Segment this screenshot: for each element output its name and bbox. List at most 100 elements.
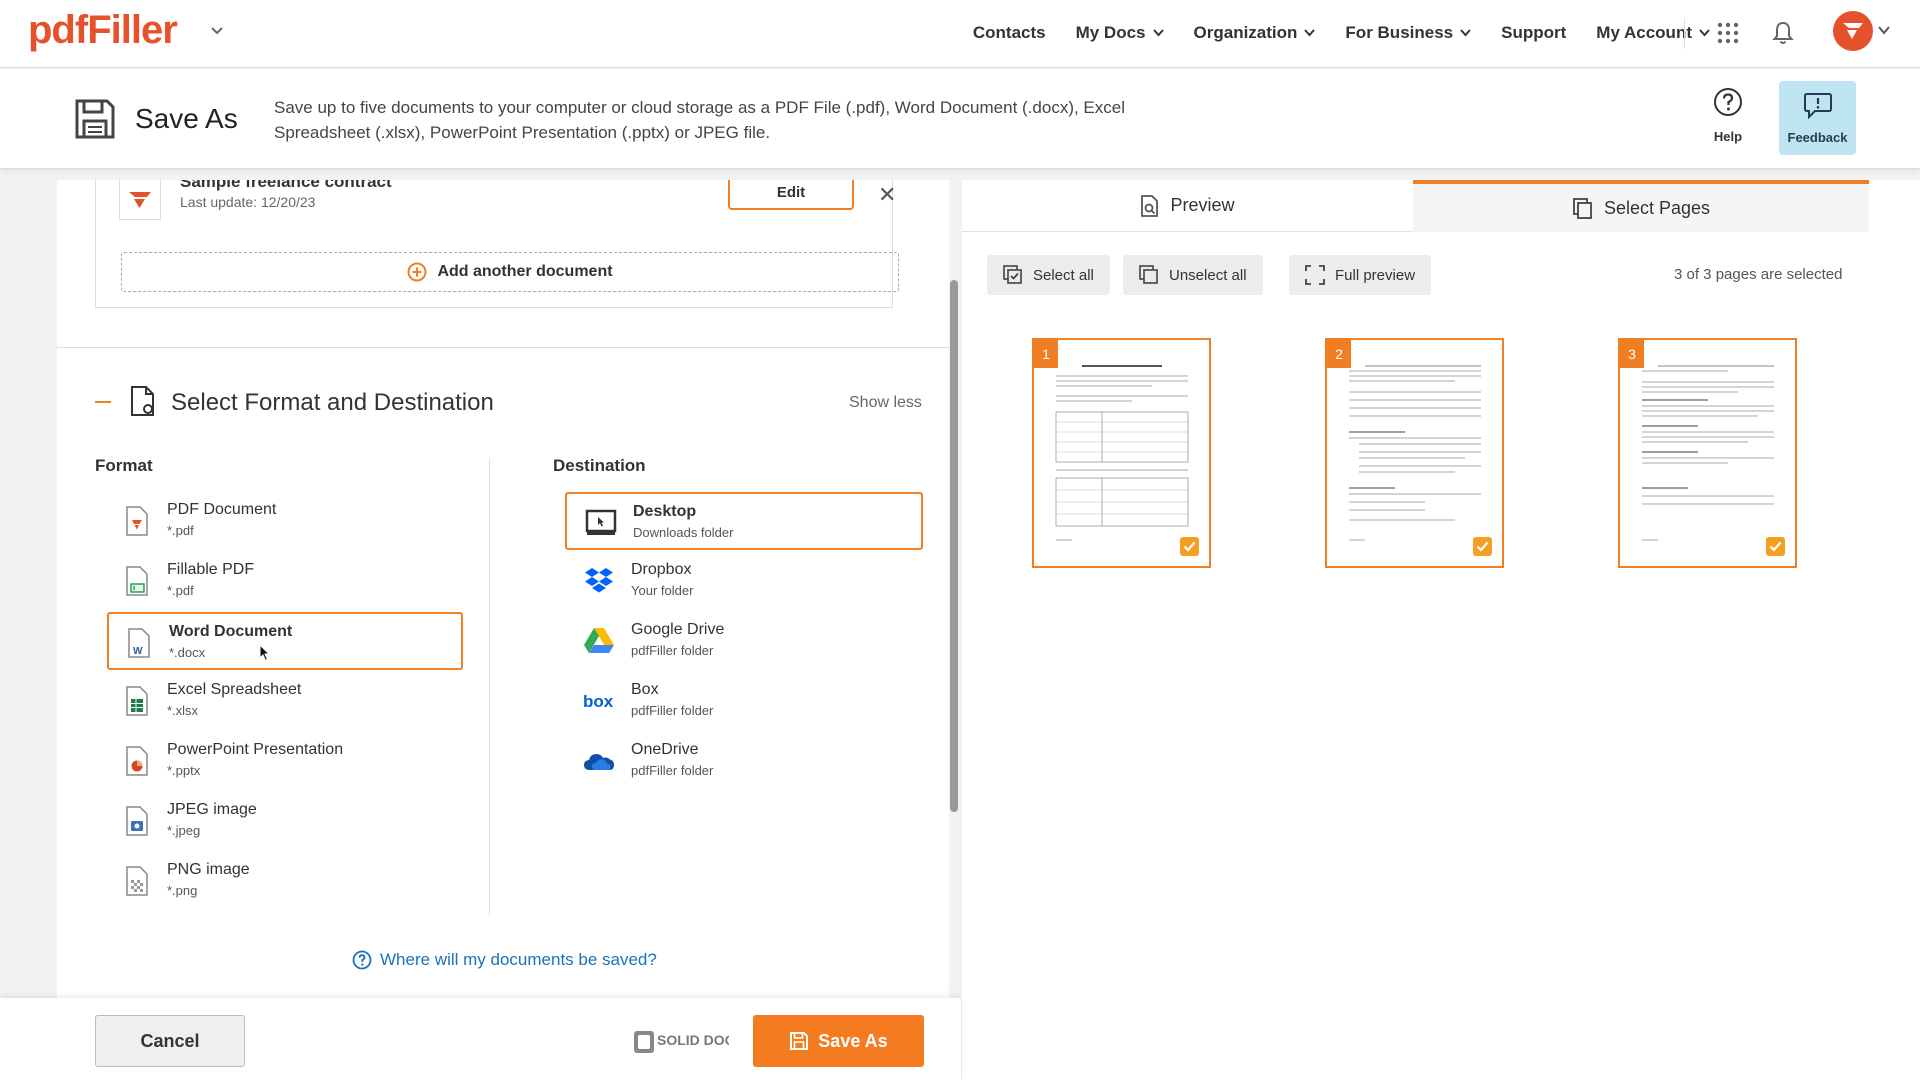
png-file-icon — [126, 866, 148, 896]
show-less-toggle[interactable]: Show less — [849, 394, 922, 412]
format-item-jpeg[interactable]: JPEG image *.jpeg — [107, 792, 463, 850]
nav-divider — [1684, 19, 1685, 49]
page-preview-content — [1055, 365, 1189, 541]
checkbox-stack-icon — [1003, 265, 1022, 284]
nav-for-business[interactable]: For Business — [1345, 23, 1471, 43]
destination-sub: pdfFiller folder — [631, 763, 714, 778]
destination-item-desktop[interactable]: Desktop Downloads folder — [565, 492, 923, 550]
main-nav: Contacts My Docs Organization For Busine… — [973, 0, 1710, 66]
checkmark-icon — [1476, 541, 1489, 552]
bell-icon[interactable] — [1771, 20, 1795, 46]
format-label: PowerPoint Presentation — [167, 741, 344, 758]
top-navigation-bar: pdfFiller Contacts My Docs Organization … — [0, 0, 1920, 68]
format-extension: *.pdf — [167, 583, 194, 598]
format-item-png[interactable]: PNG image *.png — [107, 852, 463, 910]
tab-select-pages[interactable]: Select Pages — [1413, 180, 1869, 232]
chevron-down-icon — [1152, 29, 1164, 37]
pdffiller-mark-icon — [1843, 23, 1863, 39]
page-checkbox-checked[interactable] — [1473, 537, 1492, 556]
format-item-pdf[interactable]: PDF Document *.pdf — [107, 492, 463, 550]
destination-item-dropbox[interactable]: Dropbox Your folder — [565, 552, 923, 610]
add-another-document-button[interactable]: Add another document — [121, 252, 899, 292]
preview-panel: Preview Select Pages Select all Unselect… — [962, 180, 1920, 1080]
nav-label: My Account — [1596, 23, 1692, 42]
format-label: PDF Document — [167, 501, 277, 518]
pdffiller-logo[interactable]: pdfFiller — [28, 8, 178, 53]
format-label: Excel Spreadsheet — [167, 681, 302, 698]
unselect-all-label: Unselect all — [1169, 266, 1247, 284]
destination-item-onedrive[interactable]: OneDrive pdfFiller folder — [565, 732, 923, 790]
format-item-excel[interactable]: Excel Spreadsheet *.xlsx — [107, 672, 463, 730]
page-thumbnail-3[interactable]: 3 — [1618, 338, 1797, 568]
format-label: PNG image — [167, 861, 250, 878]
feedback-button[interactable]: Feedback — [1779, 81, 1856, 155]
svg-text:W: W — [133, 646, 143, 657]
format-extension: *.pptx — [167, 763, 201, 778]
format-item-word[interactable]: W Word Document *.docx — [107, 612, 463, 670]
format-column-label: Format — [95, 456, 153, 475]
nav-my-docs[interactable]: My Docs — [1076, 23, 1164, 43]
format-extension: *.xlsx — [167, 703, 199, 718]
destination-sub: Your folder — [631, 583, 694, 598]
nav-label: Support — [1501, 23, 1567, 42]
destination-item-box[interactable]: box Box pdfFiller folder — [565, 672, 923, 730]
document-search-icon — [1141, 194, 1159, 217]
destination-label: Dropbox — [631, 561, 692, 578]
help-icon — [1714, 88, 1742, 116]
help-label: Help — [1713, 129, 1743, 144]
destination-sub: pdfFiller folder — [631, 703, 714, 718]
format-label: Word Document — [169, 623, 293, 640]
left-panel-scrollbar[interactable] — [950, 280, 958, 812]
cancel-button[interactable]: Cancel — [95, 1015, 245, 1067]
format-extension: *.png — [167, 883, 198, 898]
document-settings-icon — [131, 386, 154, 416]
edit-document-button[interactable]: Edit — [728, 180, 854, 210]
apps-grid-icon[interactable] — [1716, 21, 1740, 45]
full-preview-label: Full preview — [1335, 266, 1416, 284]
nav-support[interactable]: Support — [1501, 23, 1566, 43]
chevron-down-icon[interactable] — [1878, 26, 1890, 35]
checkmark-icon — [1769, 541, 1782, 552]
page-title: Save As — [135, 103, 238, 134]
dropbox-icon — [585, 568, 613, 593]
full-preview-button[interactable]: Full preview — [1289, 255, 1432, 295]
nav-organization[interactable]: Organization — [1194, 23, 1316, 43]
where-saved-link[interactable]: Where will my documents be saved? — [352, 950, 657, 970]
format-extension: *.docx — [169, 645, 206, 660]
divider — [57, 347, 949, 348]
close-icon[interactable]: ✕ — [878, 182, 896, 208]
page-thumbnail-2[interactable]: 2 — [1325, 338, 1504, 568]
chevron-down-icon[interactable] — [208, 22, 226, 40]
document-last-update: Last update: 12/20/23 — [180, 194, 316, 210]
save-as-button[interactable]: Save As — [753, 1015, 924, 1067]
format-extension: *.pdf — [167, 523, 194, 538]
tab-preview[interactable]: Preview — [962, 180, 1413, 232]
checkmark-icon — [1183, 541, 1196, 552]
page-checkbox-checked[interactable] — [1180, 537, 1199, 556]
page-thumbnail-1[interactable]: 1 — [1032, 338, 1211, 568]
powerpoint-file-icon — [126, 746, 148, 776]
chevron-down-icon — [1460, 29, 1471, 37]
format-item-powerpoint[interactable]: PowerPoint Presentation *.pptx — [107, 732, 463, 790]
collapse-dash-icon[interactable] — [95, 401, 111, 403]
save-as-label: Save As — [818, 1030, 888, 1051]
format-item-fillable-pdf[interactable]: Fillable PDF *.pdf — [107, 552, 463, 610]
nav-contacts[interactable]: Contacts — [973, 23, 1046, 43]
word-file-icon: W — [128, 628, 150, 658]
page-checkbox-checked[interactable] — [1766, 537, 1785, 556]
unselect-all-button[interactable]: Unselect all — [1123, 255, 1263, 295]
nav-my-account[interactable]: My Account — [1596, 23, 1710, 43]
pages-stack-icon — [1573, 198, 1592, 219]
help-button[interactable]: Help — [1700, 87, 1756, 144]
select-all-button[interactable]: Select all — [987, 255, 1110, 295]
format-destination-panel: Sample freelance contract Last update: 1… — [57, 180, 949, 1000]
tab-label: Select Pages — [1603, 197, 1711, 218]
destination-item-google-drive[interactable]: Google Drive pdfFiller folder — [565, 612, 923, 670]
format-label: JPEG image — [167, 801, 257, 818]
pages-selected-count: 3 of 3 pages are selected — [1674, 266, 1843, 283]
save-as-header: Save As Save up to five documents to you… — [0, 69, 1920, 169]
avatar[interactable] — [1833, 11, 1873, 51]
plus-circle-icon — [407, 262, 427, 282]
chevron-down-icon — [1304, 29, 1316, 37]
format-extension: *.jpeg — [167, 823, 201, 838]
